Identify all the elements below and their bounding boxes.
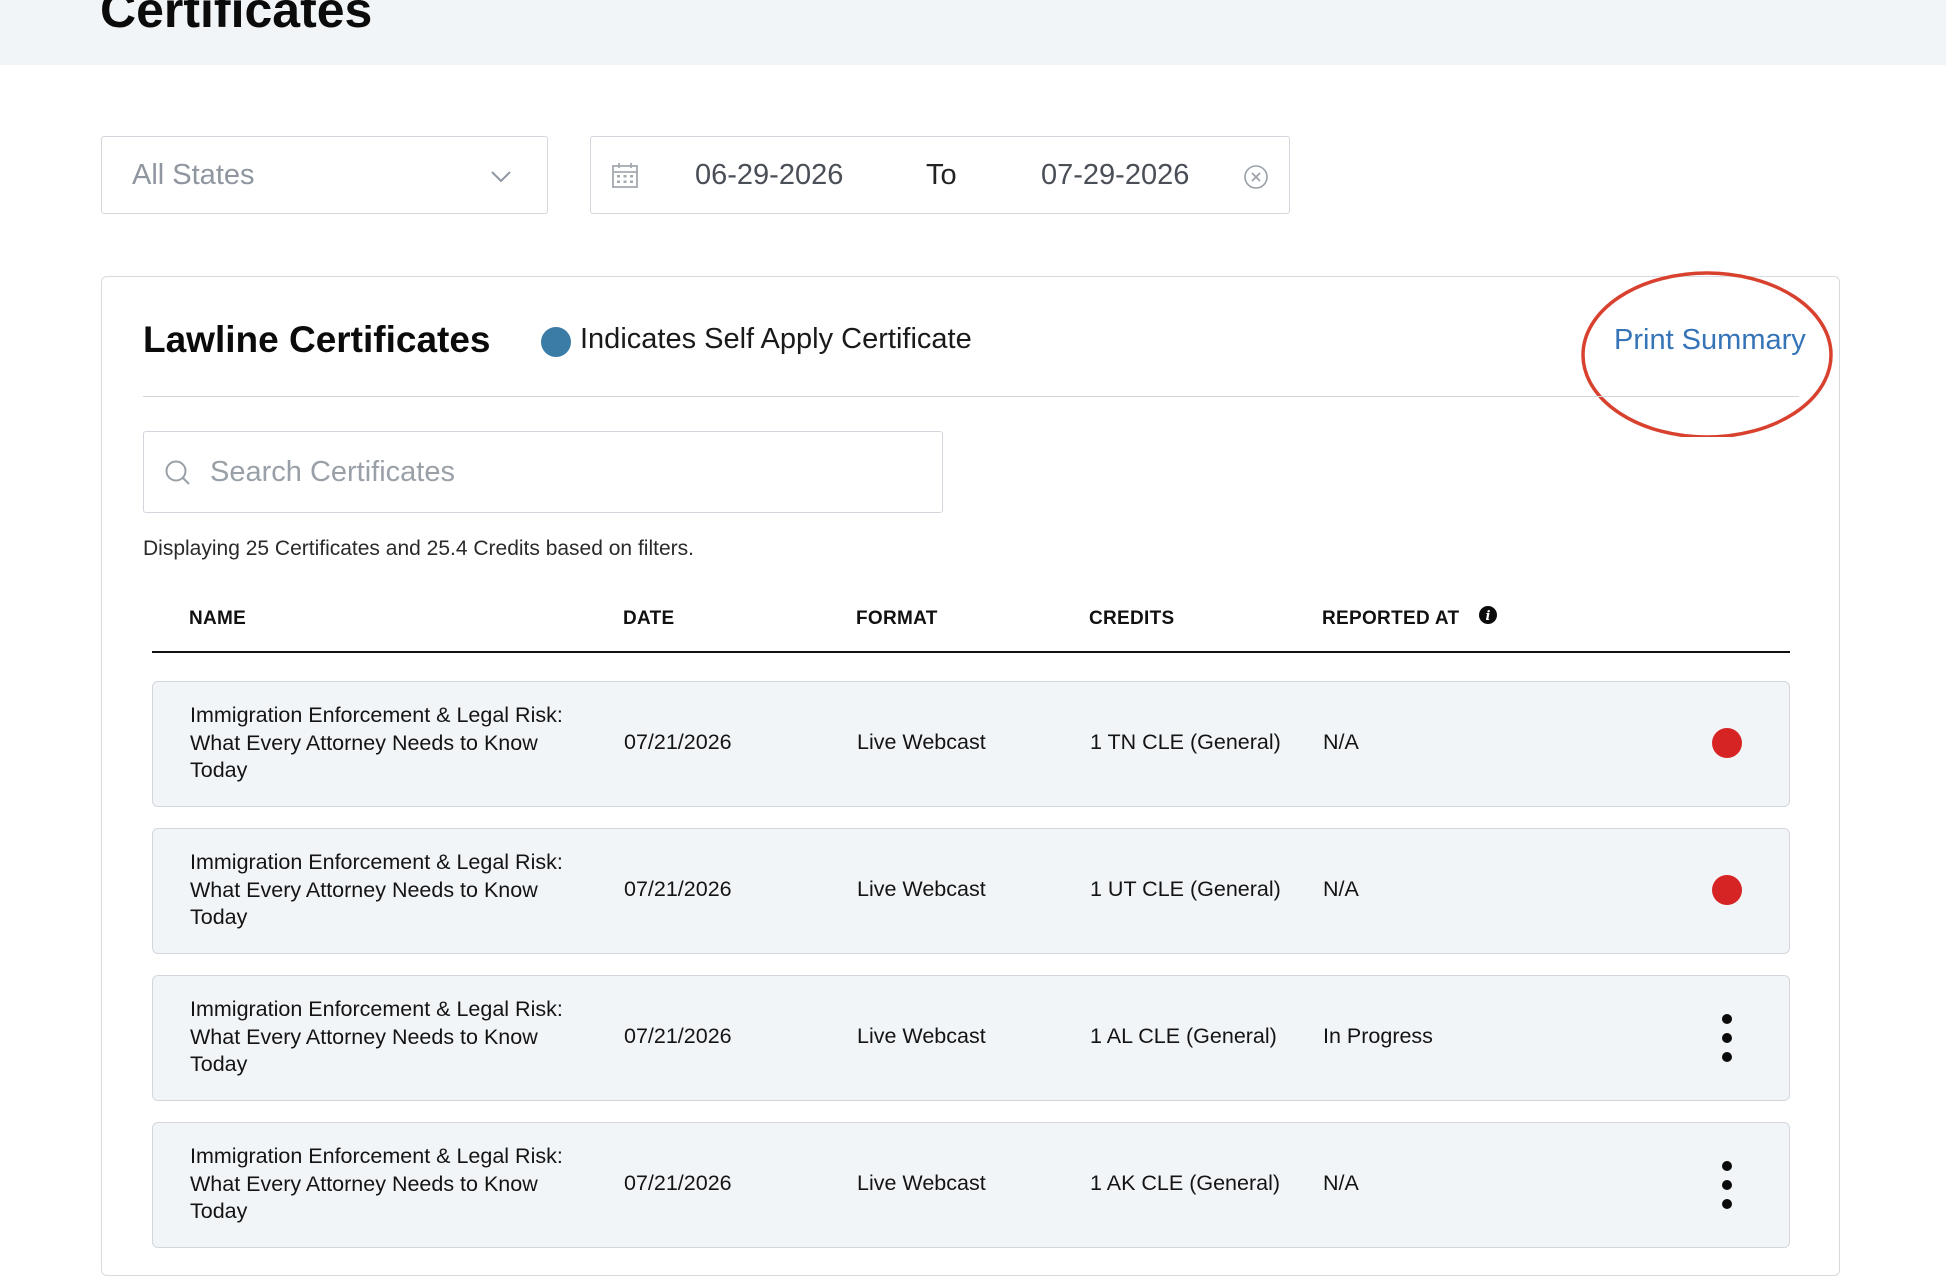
- certificate-name: Immigration Enforcement & Legal Risk: Wh…: [190, 703, 563, 782]
- table-header: NAME DATE FORMAT CREDITS REPORTED AT i: [152, 593, 1790, 653]
- certificate-name: Immigration Enforcement & Legal Risk: Wh…: [190, 997, 563, 1076]
- table-row[interactable]: Immigration Enforcement & Legal Risk: Wh…: [152, 975, 1790, 1101]
- certificate-date: 07/21/2026: [624, 730, 732, 754]
- certificate-format: Live Webcast: [857, 877, 986, 901]
- certificate-date: 07/21/2026: [624, 1024, 732, 1048]
- table-row[interactable]: Immigration Enforcement & Legal Risk: Wh…: [152, 1122, 1790, 1248]
- column-header-format: FORMAT: [856, 608, 938, 629]
- svg-text:i: i: [1486, 609, 1491, 624]
- certificate-credits: 1 AL CLE (General): [1090, 1024, 1277, 1048]
- kebab-menu-icon[interactable]: [1715, 1014, 1739, 1062]
- certificate-credits: 1 AK CLE (General): [1090, 1171, 1281, 1195]
- start-date-input[interactable]: [695, 159, 865, 192]
- status-dot: [1712, 875, 1742, 905]
- certificate-date: 07/21/2026: [624, 1171, 732, 1195]
- chevron-down-icon: [491, 171, 511, 183]
- column-header-date: DATE: [623, 608, 675, 629]
- certificate-format: Live Webcast: [857, 1171, 986, 1195]
- column-header-name: NAME: [189, 608, 247, 629]
- table-row[interactable]: Immigration Enforcement & Legal Risk: Wh…: [152, 828, 1790, 954]
- column-header-reported-at: REPORTED AT: [1322, 608, 1460, 629]
- info-icon[interactable]: i: [1478, 605, 1498, 625]
- state-select[interactable]: All States: [101, 136, 548, 214]
- certificate-name: Immigration Enforcement & Legal Risk: Wh…: [190, 850, 563, 929]
- certificate-name: Immigration Enforcement & Legal Risk: Wh…: [190, 1144, 563, 1223]
- search-input[interactable]: [208, 450, 912, 494]
- status-dot: [1712, 728, 1742, 758]
- card-divider: [143, 396, 1799, 397]
- end-date-input[interactable]: [1041, 159, 1211, 192]
- page-title: Certificates: [100, 0, 373, 38]
- page-header: Certificates: [0, 0, 1946, 65]
- calendar-icon: [612, 163, 638, 188]
- search-icon: [165, 460, 190, 485]
- certificate-reported-at: N/A: [1323, 1171, 1359, 1195]
- certificate-format: Live Webcast: [857, 730, 986, 754]
- results-summary: Displaying 25 Certificates and 25.4 Cred…: [143, 537, 694, 560]
- certificate-reported-at: N/A: [1323, 877, 1359, 901]
- search-certificates[interactable]: [143, 431, 943, 513]
- self-apply-legend-dot: [541, 327, 571, 357]
- date-range-separator: To: [926, 159, 957, 191]
- kebab-menu-icon[interactable]: [1715, 1161, 1739, 1209]
- column-header-credits: CREDITS: [1089, 608, 1175, 629]
- state-select-value: All States: [132, 159, 255, 191]
- certificate-format: Live Webcast: [857, 1024, 986, 1048]
- certificate-reported-at: N/A: [1323, 730, 1359, 754]
- date-range-picker[interactable]: To: [590, 136, 1290, 214]
- certificate-reported-at: In Progress: [1323, 1024, 1433, 1048]
- card-title: Lawline Certificates: [143, 319, 491, 360]
- certificate-date: 07/21/2026: [624, 877, 732, 901]
- self-apply-legend-text: Indicates Self Apply Certificate: [580, 323, 972, 355]
- table-row[interactable]: Immigration Enforcement & Legal Risk: Wh…: [152, 681, 1790, 807]
- clear-circle-icon[interactable]: [1243, 164, 1269, 190]
- certificate-credits: 1 TN CLE (General): [1090, 730, 1281, 754]
- certificates-card: Lawline Certificates Indicates Self Appl…: [101, 271, 1840, 1276]
- certificate-credits: 1 UT CLE (General): [1090, 877, 1281, 901]
- print-summary-link[interactable]: Print Summary: [1614, 324, 1806, 357]
